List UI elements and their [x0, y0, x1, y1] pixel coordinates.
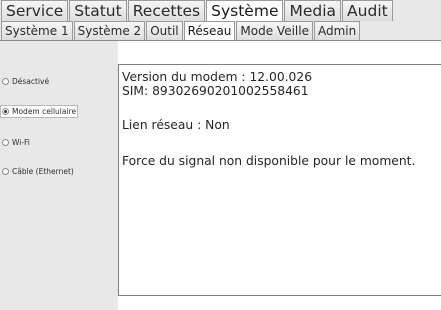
- radio-button[interactable]: [2, 78, 9, 85]
- subtab-outil[interactable]: Outil: [146, 21, 183, 40]
- modem-version-text: Version du modem : 12.00.026: [122, 70, 313, 84]
- radio-label: Wi-Fi: [12, 138, 30, 147]
- subtab-systeme-2[interactable]: Système 2: [73, 21, 146, 40]
- network-link-text: Lien réseau : Non: [122, 118, 230, 132]
- tab-audit[interactable]: Audit: [342, 0, 393, 21]
- radio-label: Modem cellulaire: [12, 107, 77, 116]
- radio-option-wifi[interactable]: Wi-Fi: [2, 138, 30, 147]
- tab-statut[interactable]: Statut: [69, 0, 127, 21]
- radio-button[interactable]: [2, 139, 9, 146]
- subtab-admin[interactable]: Admin: [313, 21, 361, 40]
- radio-option-desactive[interactable]: Désactivé: [2, 77, 49, 86]
- tab-recettes[interactable]: Recettes: [127, 0, 206, 21]
- tab-systeme[interactable]: Système: [206, 0, 284, 21]
- sub-tab-bar: Système 1 Système 2 Outil Réseau Mode Ve…: [0, 21, 441, 41]
- network-status-box: Version du modem : 12.00.026 SIM: 893026…: [118, 64, 441, 296]
- main-tab-bar: Service Statut Recettes Système Media Au…: [0, 0, 441, 21]
- signal-strength-text: Force du signal non disponible pour le m…: [122, 154, 416, 168]
- tab-media[interactable]: Media: [284, 0, 342, 21]
- radio-button[interactable]: [2, 168, 9, 175]
- network-mode-panel: Désactivé Modem cellulaire Wi-Fi Câble (…: [0, 41, 118, 310]
- radio-option-modem-cellulaire[interactable]: Modem cellulaire: [0, 105, 79, 118]
- radio-label: Câble (Ethernet): [12, 167, 74, 176]
- subtab-mode-veille[interactable]: Mode Veille: [236, 21, 313, 40]
- tab-service[interactable]: Service: [1, 0, 69, 21]
- subtab-systeme-1[interactable]: Système 1: [1, 21, 73, 40]
- radio-label: Désactivé: [12, 77, 50, 86]
- radio-option-cable-ethernet[interactable]: Câble (Ethernet): [2, 167, 74, 176]
- subtab-reseau[interactable]: Réseau: [183, 21, 236, 40]
- sim-number-text: SIM: 89302690201002558461: [122, 84, 309, 98]
- radio-button-selected[interactable]: [2, 108, 9, 115]
- settings-screen: Service Statut Recettes Système Media Au…: [0, 0, 441, 310]
